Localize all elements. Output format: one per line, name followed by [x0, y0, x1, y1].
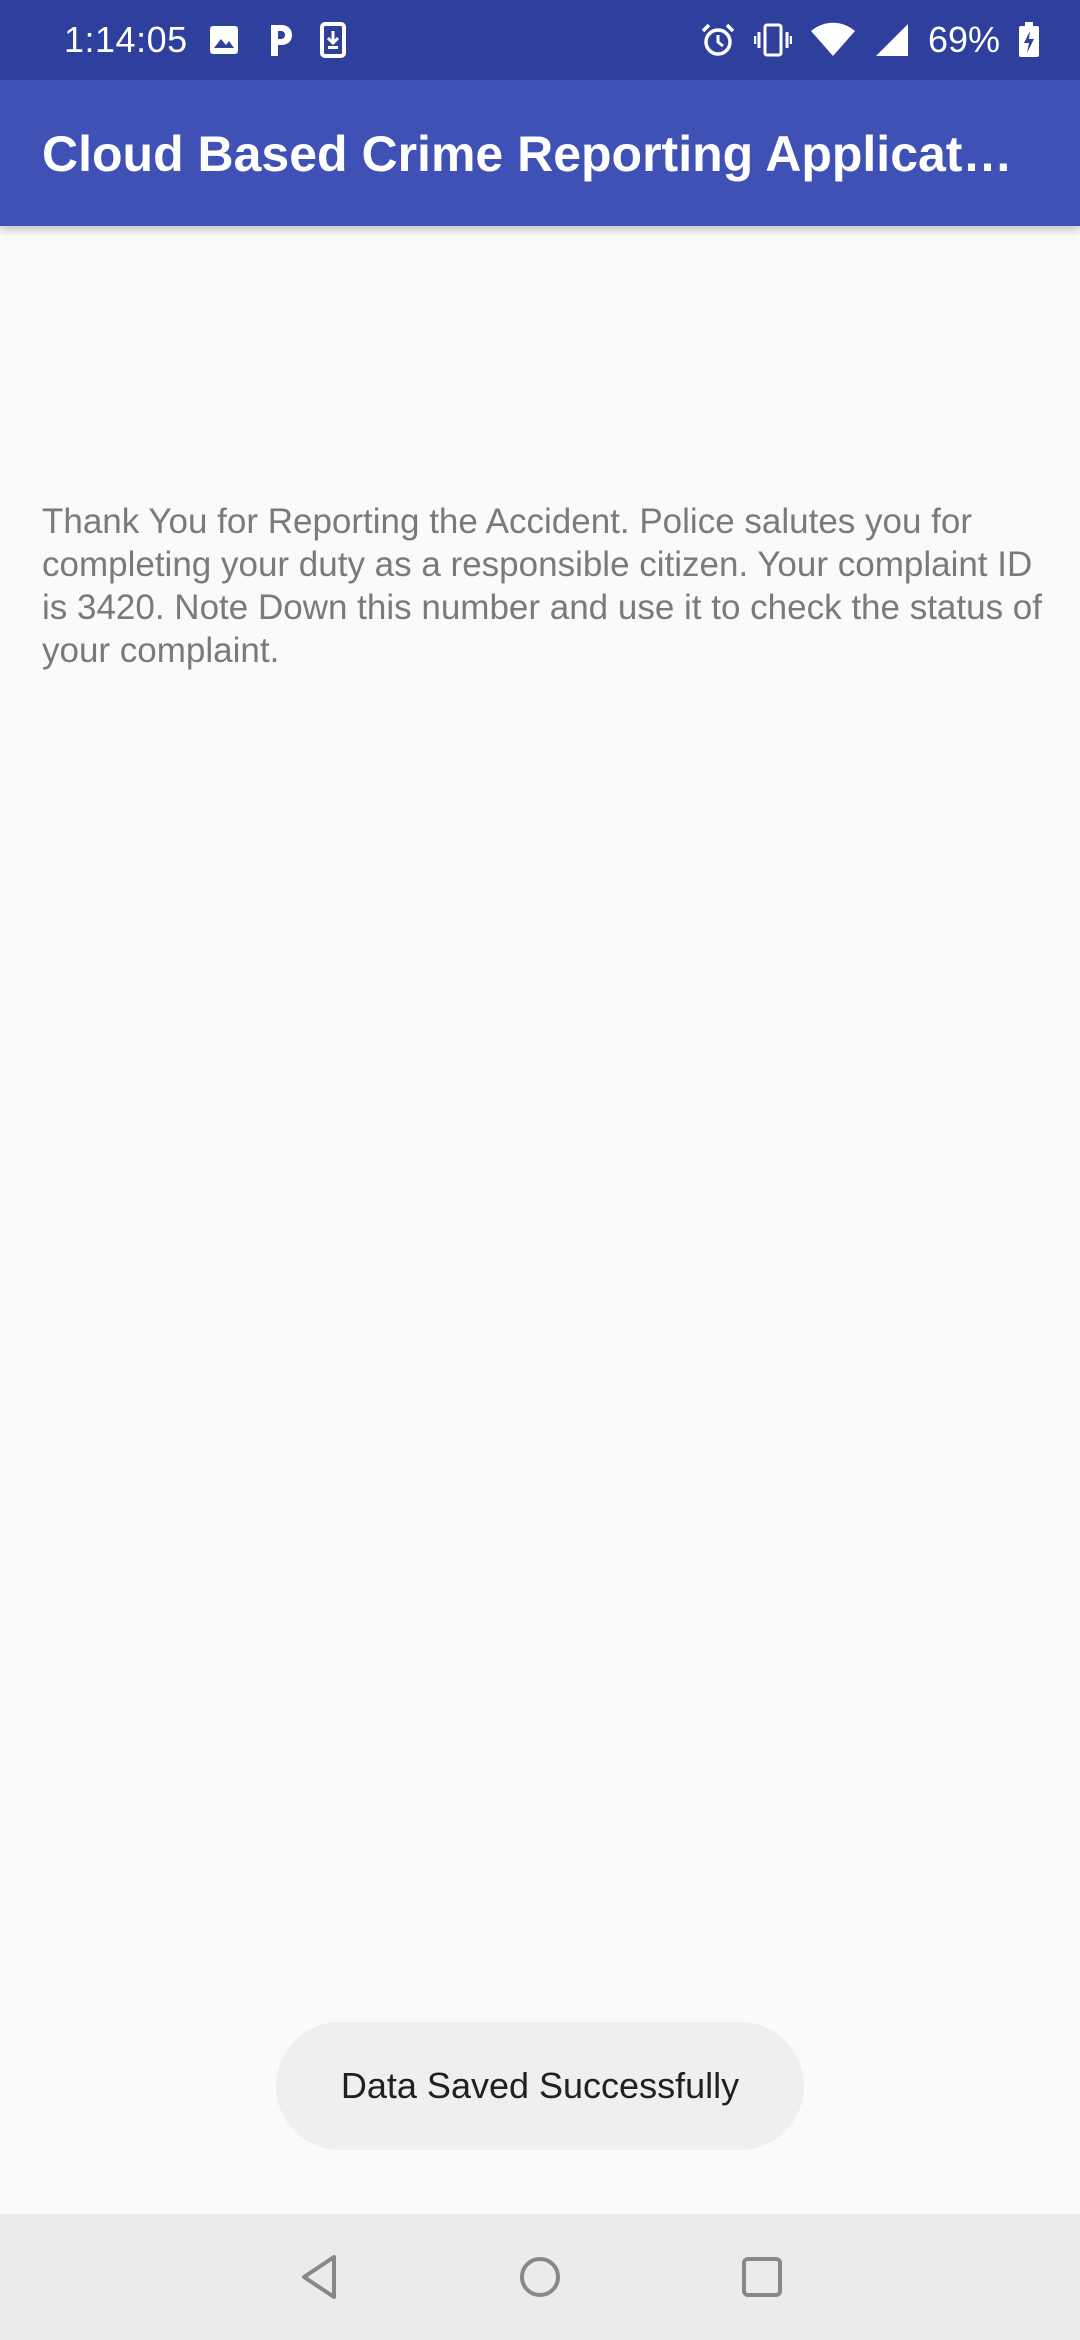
- toast-text: Data Saved Successfully: [340, 2065, 740, 2106]
- alarm-icon: [701, 23, 735, 56]
- toast-notification: Data Saved Successfully: [276, 2022, 804, 2150]
- vibrate-icon: [753, 23, 792, 57]
- confirmation-message: Thank You for Reporting the Accident. Po…: [42, 502, 1042, 670]
- status-bar: 1:14:05 69%: [0, 0, 1080, 80]
- battery-icon: [1019, 22, 1039, 57]
- recents-icon[interactable]: [732, 2247, 792, 2307]
- status-notification-icons: [208, 20, 346, 60]
- app-bar: Cloud Based Crime Reporting Application: [0, 80, 1080, 226]
- home-icon[interactable]: [510, 2247, 570, 2307]
- app-title: Cloud Based Crime Reporting Application: [42, 126, 1022, 182]
- battery-percent: 69%: [927, 19, 1000, 60]
- back-icon[interactable]: [290, 2247, 350, 2307]
- status-system-icons: 69%: [700, 18, 1040, 62]
- gallery-icon: [210, 26, 238, 54]
- wifi-icon: [810, 22, 855, 56]
- parking-p-icon: [271, 25, 292, 56]
- signal-icon: [875, 24, 908, 56]
- download-icon: [320, 22, 346, 58]
- status-time: 1:14:05: [64, 19, 188, 60]
- navigation-bar: [0, 2214, 1080, 2340]
